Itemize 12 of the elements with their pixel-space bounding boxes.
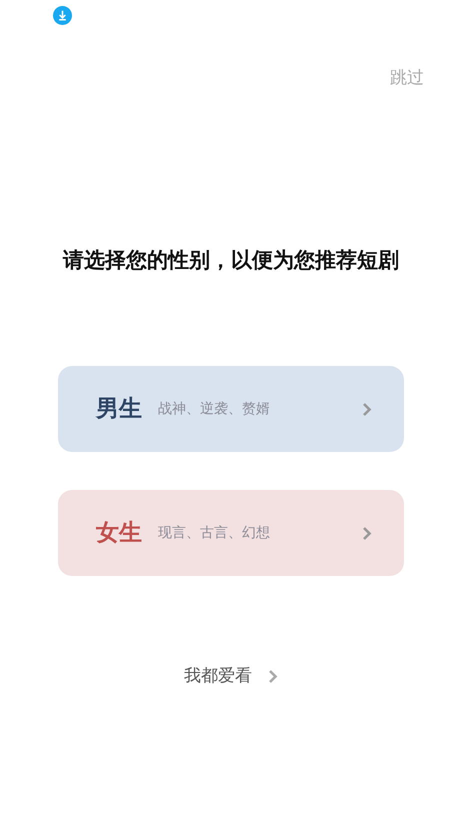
chevron-right-icon bbox=[362, 402, 372, 416]
genre-list: 战神、逆袭、赘婿 bbox=[158, 398, 362, 420]
chevron-right-icon bbox=[362, 526, 372, 540]
like-all-button[interactable]: 我都爱看 bbox=[184, 664, 278, 690]
gender-label: 女生 bbox=[96, 518, 142, 548]
chevron-right-icon bbox=[268, 669, 278, 684]
gender-label: 男生 bbox=[96, 394, 142, 424]
page-title: 请选择您的性别，以便为您推荐短剧 bbox=[63, 248, 399, 272]
gender-option-card[interactable]: 女生 现言、古言、幻想 bbox=[58, 490, 404, 576]
genre-list: 现言、古言、幻想 bbox=[158, 522, 362, 544]
download-icon[interactable] bbox=[53, 6, 72, 25]
gender-option-card[interactable]: 男生 战神、逆袭、赘婿 bbox=[58, 366, 404, 452]
